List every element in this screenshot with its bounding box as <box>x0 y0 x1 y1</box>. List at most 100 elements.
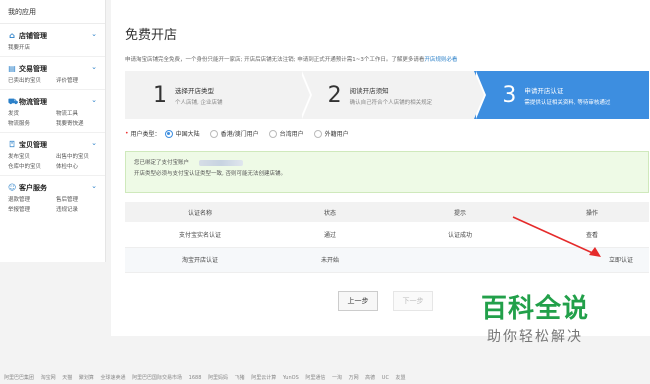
sidebar-group-logistics: ⛟ 物流管理 ⌄ 发货 物流工具 物流服务 我要寄快递 <box>0 90 105 133</box>
alipay-alert: 您已绑定了支付宝账户 开店类型必须与支付宝认证类型一致, 否则可能无法创建店铺。 <box>125 151 649 193</box>
watermark-title: 百科全说 <box>480 294 589 324</box>
page-title: 免费开店 <box>125 28 178 43</box>
step-number: 1 <box>153 82 167 108</box>
chevron-down-icon[interactable]: ⌄ <box>91 30 97 38</box>
footer-link[interactable]: 飞猪 <box>235 375 245 381</box>
notice-body: 申请淘宝店铺完全免费，一个身份只能开一家店; 开店后店铺无法注销; 申请到正式开… <box>125 57 425 63</box>
step-title: 阅读开店须知 <box>349 86 389 95</box>
watermark-logo: 百科全说 助你轻松解决 <box>461 294 609 358</box>
radio-taiwan[interactable]: 台湾用户 <box>268 129 304 138</box>
sidebar-link[interactable]: 我要开店 <box>8 43 56 53</box>
shop-icon: ⌂ <box>9 30 15 40</box>
footer-link[interactable]: 聚划算 <box>79 375 94 381</box>
footer-link[interactable]: 淘宝网 <box>41 375 56 381</box>
cert-name: 淘宝开店认证 <box>125 247 275 273</box>
alert-text: 您已绑定了支付宝账户 <box>134 160 190 166</box>
chevron-down-icon[interactable]: ⌄ <box>91 182 97 190</box>
sidebar-link[interactable]: 违规记录 <box>56 205 104 215</box>
step-title: 选择开店类型 <box>175 86 214 95</box>
watermark-subtitle: 助你轻松解决 <box>487 329 583 345</box>
redacted-account <box>199 159 244 166</box>
required-marker: • <box>125 130 129 137</box>
sidebar-link[interactable]: 物流服务 <box>8 119 56 129</box>
sidebar-link[interactable]: 体检中心 <box>56 162 104 172</box>
chevron-down-icon[interactable]: ⌄ <box>91 63 97 71</box>
cert-status: 通过 <box>275 222 385 248</box>
sidebar-link[interactable]: 仓库中的宝贝 <box>8 162 56 172</box>
step-title: 申请开店认证 <box>524 86 564 95</box>
footer-link[interactable]: UC <box>382 375 389 381</box>
step-1: 1 选择开店类型 个人店铺, 企业店铺 <box>125 71 312 119</box>
footer-link[interactable]: 高德 <box>365 375 375 381</box>
trade-icon: ▤ <box>8 63 16 73</box>
sidebar-header: 我的应用 <box>0 0 105 24</box>
sidebar-group-goods: ⍞ 宝贝管理 ⌄ 发布宝贝 出售中的宝贝 仓库中的宝贝 体检中心 <box>0 133 105 176</box>
radio-unchecked-icon <box>268 129 277 138</box>
gift-icon: ⍞ <box>9 139 15 149</box>
user-type-label: 用户类型： <box>130 131 161 138</box>
radio-label: 外籍用户 <box>324 131 349 138</box>
sidebar-link[interactable]: 已卖出的宝贝 <box>8 76 56 86</box>
footer-link[interactable]: 天猫 <box>62 375 72 381</box>
sidebar-link[interactable]: 发货 <box>8 109 56 119</box>
footer-link[interactable]: YunOS <box>283 375 299 381</box>
cert-status: 未开始 <box>275 247 385 273</box>
radio-unchecked-icon <box>313 129 322 138</box>
step-desc: 个人店铺, 企业店铺 <box>175 99 223 106</box>
radio-label: 台湾用户 <box>279 131 304 138</box>
radio-label: 香港/澳门用户 <box>220 131 259 138</box>
step-2: 2 阅读开店须知 确认自己符合个人店铺的相关规定 <box>299 71 487 119</box>
chevron-down-icon[interactable]: ⌄ <box>91 96 97 104</box>
footer-link[interactable]: 阿里云计算 <box>251 375 276 381</box>
step-desc: 确认自己符合个人店铺的相关规定 <box>349 99 433 106</box>
annotation-arrow <box>512 216 601 257</box>
user-icon: ☺ <box>8 182 17 192</box>
chevron-down-icon[interactable]: ⌄ <box>91 139 97 147</box>
next-step-button[interactable]: 下一步 <box>393 291 433 311</box>
radio-label: 中国大陆 <box>175 131 200 138</box>
prev-step-button[interactable]: 上一步 <box>338 291 378 311</box>
sidebar-group-label: 交易管理 <box>19 64 47 73</box>
alert-line-1: 您已绑定了支付宝账户 <box>134 158 640 169</box>
radio-mainland[interactable]: 中国大陆 <box>164 129 200 138</box>
rules-link[interactable]: 开店规则必看 <box>424 57 457 63</box>
step-progress: 1 选择开店类型 个人店铺, 企业店铺 2 阅读开店须知 确认自己符合个人店铺的… <box>125 71 650 119</box>
step-number: 2 <box>327 82 342 108</box>
sidebar-link[interactable]: 退款管理 <box>8 195 56 205</box>
step-arrow-icon <box>299 71 310 119</box>
sidebar-link[interactable]: 评价管理 <box>56 76 104 86</box>
footer-link[interactable]: 全球速卖通 <box>100 375 125 381</box>
step-arrow-icon <box>474 71 485 119</box>
sidebar-link[interactable]: 出售中的宝贝 <box>56 152 104 162</box>
sidebar-group-trade: ▤ 交易管理 ⌄ 已卖出的宝贝 评价管理 <box>0 57 105 90</box>
radio-hk-macau[interactable]: 香港/澳门用户 <box>209 129 259 138</box>
sidebar-group-label: 店铺管理 <box>19 31 47 40</box>
footer-link[interactable]: 友盟 <box>396 375 406 381</box>
sidebar-link[interactable]: 售后管理 <box>56 195 104 205</box>
sidebar-link[interactable]: 发布宝贝 <box>8 152 56 162</box>
footer-link[interactable]: 1688 <box>189 375 202 381</box>
main-panel: 免费开店 申请淘宝店铺完全免费，一个身份只能开一家店; 开店后店铺无法注销; 申… <box>111 0 650 336</box>
footer-link[interactable]: 阿里巴巴国际交易市场 <box>132 375 182 381</box>
sidebar: 我的应用 ⌂ 店铺管理 ⌄ 我要开店 ▤ 交易管理 ⌄ 已卖出的宝贝 评价管理 … <box>0 0 106 262</box>
radio-unchecked-icon <box>209 129 218 138</box>
radio-foreign[interactable]: 外籍用户 <box>313 129 349 138</box>
footer-link[interactable]: 阿里通信 <box>305 375 325 381</box>
sidebar-link[interactable]: 物流工具 <box>56 109 104 119</box>
sidebar-group-label: 宝贝管理 <box>19 140 47 149</box>
column-header: 认证名称 <box>125 202 275 222</box>
footer-link[interactable]: 阿里巴巴集团 <box>4 375 34 381</box>
footer-link[interactable]: 阿里妈妈 <box>208 375 228 381</box>
footer-links: 阿里巴巴集团 淘宝网 天猫 聚划算 全球速卖通 阿里巴巴国际交易市场 1688 … <box>0 372 650 384</box>
step-number: 3 <box>502 82 517 108</box>
sidebar-link[interactable]: 我要寄快递 <box>56 119 104 129</box>
radio-checked-icon <box>164 129 173 138</box>
sidebar-group-shop: ⌂ 店铺管理 ⌄ 我要开店 <box>0 24 105 57</box>
footer-link[interactable]: 万网 <box>349 375 359 381</box>
sidebar-link[interactable]: 举报管理 <box>8 205 56 215</box>
column-header: 状态 <box>275 202 385 222</box>
truck-icon: ⛟ <box>8 96 19 106</box>
footer-link[interactable]: 一淘 <box>332 375 342 381</box>
cert-name: 支付宝实名认证 <box>125 222 275 248</box>
step-3-active: 3 申请开店认证 需提供认证相关资料, 等待审核通过 <box>474 71 650 119</box>
